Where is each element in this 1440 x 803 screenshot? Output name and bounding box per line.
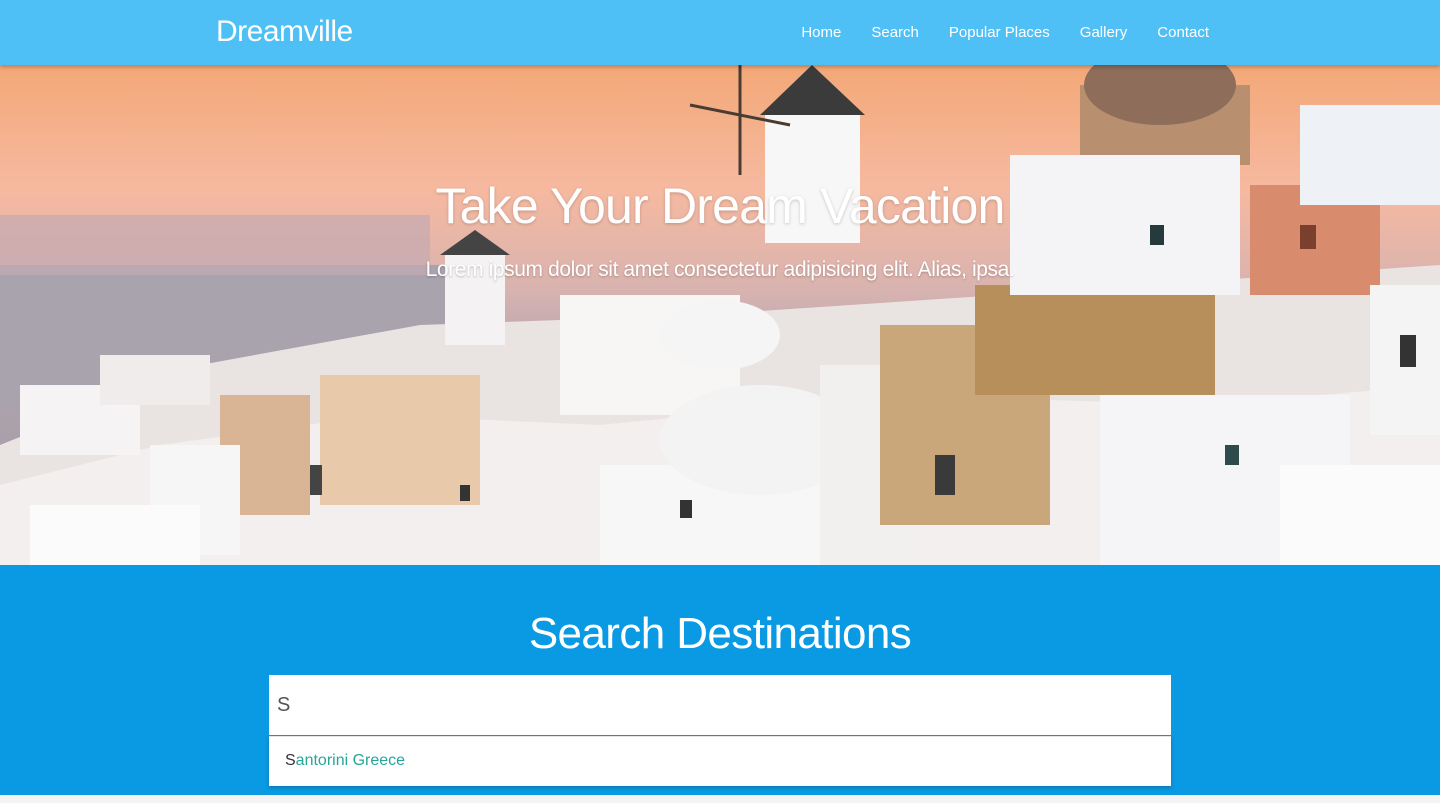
nav-link-popular-places[interactable]: Popular Places: [949, 24, 1050, 41]
hero-title: Take Your Dream Vacation: [435, 178, 1005, 234]
nav-links: Home Search Popular Places Gallery Conta…: [771, 0, 1209, 65]
nav-link-home[interactable]: Home: [801, 24, 841, 41]
page-bottom-strip: [0, 795, 1440, 803]
nav-link-contact[interactable]: Contact: [1157, 24, 1209, 41]
navbar: Dreamville Home Search Popular Places Ga…: [0, 0, 1440, 65]
autocomplete-dropdown: Santorini Greece: [269, 736, 1171, 786]
hero-subtitle: Lorem ipsum dolor sit amet consectetur a…: [425, 258, 1015, 281]
hero-background-image: [0, 65, 1440, 565]
search-input[interactable]: [269, 675, 1171, 735]
suggestion-item-santorini-greece[interactable]: Santorini Greece: [285, 752, 405, 770]
suggestion-match: S: [285, 752, 296, 769]
brand-logo[interactable]: Dreamville: [216, 15, 353, 49]
hero-section: Take Your Dream Vacation Lorem ipsum dol…: [0, 65, 1440, 565]
nav-link-gallery[interactable]: Gallery: [1080, 24, 1128, 41]
search-section: Search Destinations Santorini Greece: [0, 565, 1440, 795]
search-title: Search Destinations: [528, 609, 912, 658]
nav-link-search[interactable]: Search: [871, 24, 919, 41]
suggestion-rest: antorini Greece: [295, 752, 406, 769]
